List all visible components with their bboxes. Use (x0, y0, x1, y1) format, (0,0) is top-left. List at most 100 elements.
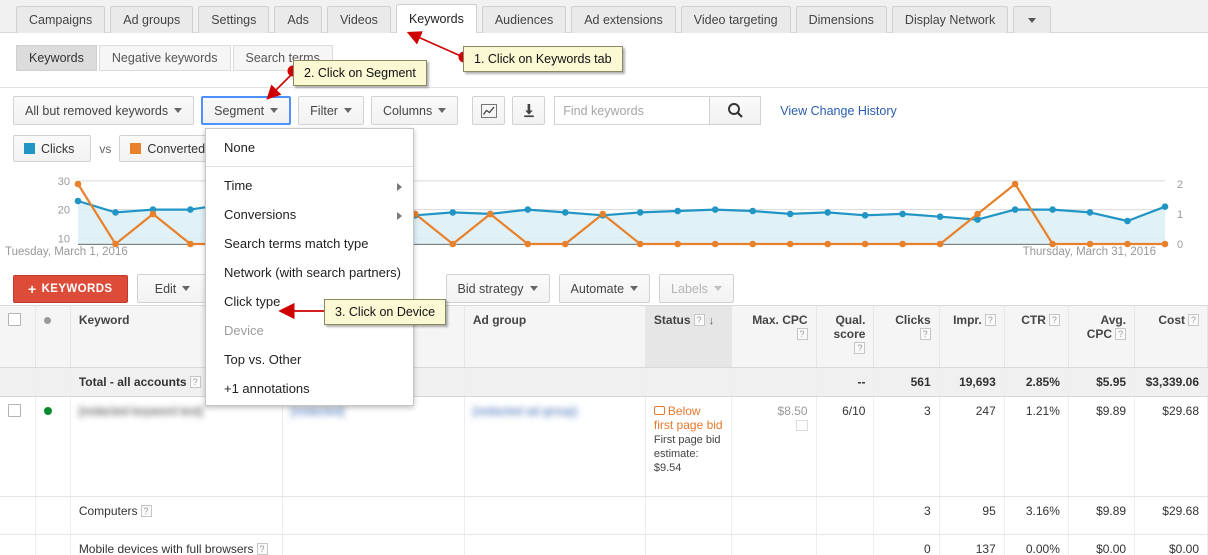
top-tab-ad-groups[interactable]: Ad groups (110, 6, 194, 33)
segment-row-ctr-cell-value: 0.00% (1025, 542, 1060, 555)
top-tab-videos[interactable]: Videos (326, 6, 391, 33)
segment-menu-item-network-with-search-partners-[interactable]: Network (with search partners) (206, 258, 413, 287)
chevron-down-icon (343, 108, 352, 113)
segment-button[interactable]: Segment (201, 96, 292, 125)
help-icon[interactable]: ? (984, 314, 996, 326)
select-all-checkbox[interactable] (8, 313, 21, 326)
help-icon[interactable]: ? (693, 314, 705, 326)
edit-pencil-icon[interactable] (795, 420, 808, 431)
search-button[interactable] (709, 96, 762, 125)
columns-button[interactable]: Columns (370, 96, 459, 125)
segment-menu-item-label: Conversions (224, 207, 297, 222)
column-header-maxcpc[interactable]: Max. CPC? (731, 305, 817, 368)
top-tabs-more-button[interactable] (1013, 6, 1052, 33)
row-maxcpc-cell[interactable]: $8.50 (731, 396, 817, 497)
column-header-impr[interactable]: Impr.? (939, 305, 1005, 368)
help-icon[interactable]: ? (1188, 314, 1199, 326)
top-tab-keywords[interactable]: Keywords (395, 4, 477, 33)
segment-button-label: Segment (214, 103, 265, 118)
right-axis-tick-label: 2 (1177, 179, 1183, 191)
converted-color-swatch (130, 143, 142, 154)
column-header-qualscore[interactable]: Qual. score? (816, 305, 875, 368)
column-header-status[interactable]: Status? ↓ (645, 305, 732, 368)
automate-button[interactable]: Automate (558, 274, 651, 303)
row-adgroup-cell[interactable]: [redacted ad group] (464, 396, 646, 497)
converted-point (524, 240, 532, 248)
search-input[interactable] (554, 96, 710, 125)
help-icon[interactable]: ? (854, 342, 866, 354)
segment-row-cost-cell-value: $0.00 (1168, 542, 1199, 555)
converted-point (899, 240, 906, 248)
total-clicks-cell: 561 (873, 367, 940, 397)
segment-menu-item-time[interactable]: Time (206, 171, 413, 200)
row-checkbox-cell (0, 396, 36, 497)
column-header-ctr[interactable]: CTR? (1004, 305, 1069, 368)
segment-row-label: Mobile devices with full browsers (78, 542, 254, 555)
filter-button[interactable]: Filter (298, 96, 364, 125)
column-header-cost[interactable]: Cost? (1134, 305, 1208, 368)
top-tab-ads[interactable]: Ads (274, 6, 322, 33)
segment-menu-item-label: Device (224, 323, 264, 338)
primary-metric-dropdown[interactable]: Clicks (13, 135, 92, 162)
add-keywords-button[interactable]: + KEYWORDS (13, 274, 128, 303)
sub-tab-keywords[interactable]: Keywords (16, 45, 97, 71)
help-icon[interactable]: ? (1048, 314, 1060, 326)
clicks-point (786, 210, 794, 218)
segment-dropdown-menu: None Time Conversions Search terms match ty… (205, 128, 414, 406)
toggle-chart-button[interactable] (472, 96, 506, 125)
segment-menu-item--1-annotations[interactable]: +1 annotations (206, 374, 413, 403)
converted-point (562, 240, 569, 248)
column-header-label: Max. CPC (752, 313, 808, 327)
download-report-button[interactable] (512, 96, 546, 125)
segment-menu-item-top-vs-other[interactable]: Top vs. Other (206, 345, 413, 374)
column-header-label: Status (653, 313, 691, 327)
segment-menu-item-search-terms-match-type[interactable]: Search terms match type (206, 229, 413, 258)
labels-button[interactable]: Labels (659, 274, 734, 303)
column-header-adgroup[interactable]: Ad group (464, 305, 646, 368)
help-icon[interactable]: ? (189, 376, 201, 388)
segment-row-cost-cell: $0.00 (1134, 534, 1208, 555)
segment-row-adgroup-cell (464, 496, 646, 535)
row-clicks-cell: 3 (873, 396, 940, 497)
row-keyword-cell[interactable]: [redacted keyword text] (70, 396, 283, 497)
top-tab-ad-extensions[interactable]: Ad extensions (571, 6, 676, 33)
help-icon[interactable]: ? (256, 543, 268, 555)
row-checkbox[interactable] (8, 404, 21, 417)
performance-chart: 10 20 30 0 1 2 Tuesday, March 1, 2016 Thursda… (0, 168, 1208, 264)
top-tab-dimensions[interactable]: Dimensions (795, 6, 887, 33)
help-icon[interactable]: ? (140, 505, 152, 517)
bid-strategy-button[interactable]: Bid strategy (445, 274, 550, 303)
top-tab-label: Ad groups (123, 13, 181, 27)
segment-row-checkbox-cell (0, 496, 36, 535)
keyword-status-filter-dropdown[interactable]: All but removed keywords (13, 96, 195, 125)
segment-row-maxcpc-cell (731, 534, 817, 555)
clicks-point (1086, 209, 1094, 216)
help-icon[interactable]: ? (1115, 328, 1127, 340)
top-tab-audiences[interactable]: Audiences (481, 6, 567, 33)
enabled-status-dot-icon (43, 407, 52, 415)
row-status-cell: Below first page bid First page bid estim… (645, 396, 732, 497)
right-axis-tick-label: 1 (1177, 209, 1183, 221)
segment-menu-item-none[interactable]: None (206, 133, 413, 162)
top-tab-label: Display Network (904, 13, 996, 27)
top-tab-display-network[interactable]: Display Network (891, 6, 1009, 33)
edit-button[interactable]: Edit (136, 274, 209, 303)
columns-button-label: Columns (382, 103, 433, 118)
converted-point (674, 240, 681, 248)
segment-row-label: Computers (78, 504, 138, 518)
top-tab-settings[interactable]: Settings (198, 6, 270, 33)
sub-tab-negative-keywords[interactable]: Negative keywords (98, 45, 231, 71)
segment-menu-item-conversions[interactable]: Conversions (206, 200, 413, 229)
total-impr-cell: 19,693 (939, 367, 1005, 397)
table-row: Mobile devices with full browsers? 0 137 0.… (0, 534, 1208, 555)
column-header-clicks[interactable]: Clicks? (873, 305, 940, 368)
divider (0, 87, 1208, 88)
help-icon[interactable]: ? (796, 328, 808, 340)
help-icon[interactable]: ? (919, 328, 931, 340)
sort-arrow-icon[interactable]: ↓ (709, 315, 715, 327)
top-tab-video-targeting[interactable]: Video targeting (680, 6, 791, 33)
converted-point (74, 180, 82, 188)
top-tab-campaigns[interactable]: Campaigns (16, 6, 106, 33)
view-change-history-link[interactable]: View Change History (780, 104, 897, 118)
column-header-avgcpc[interactable]: Avg. CPC? (1068, 305, 1136, 368)
